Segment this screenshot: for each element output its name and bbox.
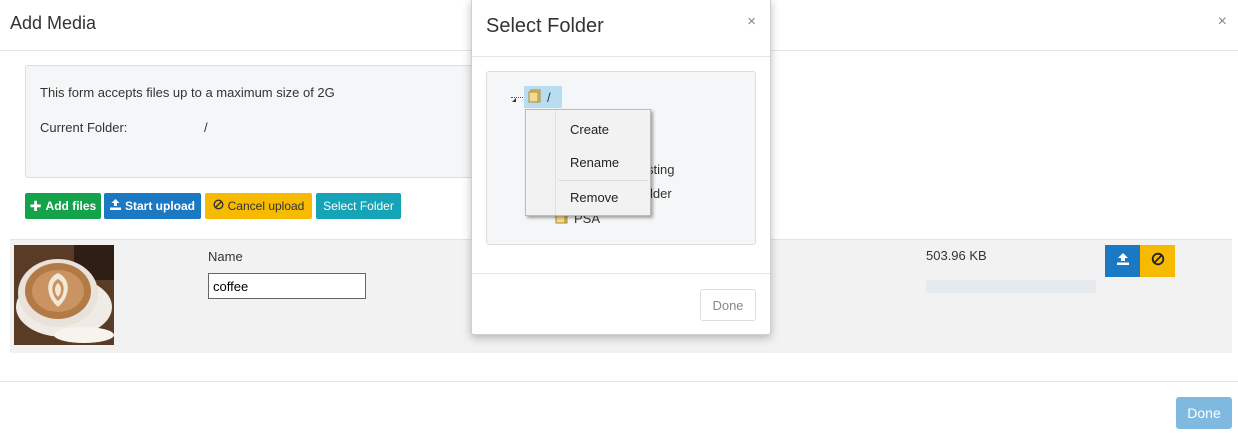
context-menu: Create Rename Remove bbox=[525, 109, 651, 216]
upload-icon bbox=[109, 199, 121, 213]
cancel-icon bbox=[1151, 252, 1165, 271]
current-folder-value: / bbox=[204, 120, 208, 135]
file-thumbnail bbox=[14, 245, 114, 345]
dialog-done-button[interactable]: Done bbox=[700, 289, 756, 321]
file-name-label: Name bbox=[208, 249, 243, 264]
upload-icon bbox=[1116, 252, 1130, 271]
cancel-file-button[interactable] bbox=[1140, 245, 1175, 277]
collapse-triangle-icon[interactable] bbox=[508, 98, 516, 102]
context-menu-gutter bbox=[526, 110, 556, 215]
context-menu-remove[interactable]: Remove bbox=[570, 190, 618, 205]
cancel-upload-button[interactable]: Cancel upload bbox=[205, 193, 312, 219]
tree-root-node[interactable]: / bbox=[524, 86, 562, 108]
add-files-button[interactable]: ✚ Add files bbox=[25, 193, 101, 219]
folder-icon bbox=[528, 89, 544, 106]
upload-file-button[interactable] bbox=[1105, 245, 1140, 277]
context-menu-rename[interactable]: Rename bbox=[570, 155, 619, 170]
file-size: 503.96 KB bbox=[926, 248, 987, 263]
select-folder-button[interactable]: Select Folder bbox=[316, 193, 401, 219]
dialog-header: Select Folder × bbox=[472, 0, 770, 57]
main-modal-footer: Done bbox=[0, 381, 1238, 433]
close-icon[interactable]: × bbox=[747, 13, 756, 30]
tree-node-fragment[interactable]: lder bbox=[650, 186, 672, 201]
max-size-text: This form accepts files up to a maximum … bbox=[40, 85, 335, 100]
dialog-footer: Done bbox=[472, 273, 770, 335]
upload-progress-bar bbox=[926, 280, 1096, 293]
add-files-label: Add files bbox=[45, 199, 97, 213]
context-menu-divider bbox=[558, 180, 648, 181]
cancel-icon bbox=[213, 199, 224, 213]
start-upload-button[interactable]: Start upload bbox=[104, 193, 201, 219]
file-name-input[interactable] bbox=[208, 273, 366, 299]
cancel-upload-label: Cancel upload bbox=[227, 199, 305, 213]
select-folder-label: Select Folder bbox=[323, 199, 394, 213]
done-button[interactable]: Done bbox=[1176, 397, 1232, 429]
start-upload-label: Start upload bbox=[124, 199, 195, 213]
main-modal-title: Add Media bbox=[10, 13, 97, 33]
upload-info-panel: This form accepts files up to a maximum … bbox=[25, 65, 475, 178]
current-folder-label: Current Folder: bbox=[40, 120, 128, 135]
tree-root-label: / bbox=[547, 89, 551, 105]
context-menu-create[interactable]: Create bbox=[570, 122, 609, 137]
close-icon[interactable]: × bbox=[1218, 13, 1227, 31]
tree-connector bbox=[511, 97, 525, 98]
plus-icon: ✚ bbox=[29, 198, 42, 214]
tree-node-fragment[interactable]: sting bbox=[647, 162, 674, 177]
dialog-title: Select Folder bbox=[486, 15, 604, 37]
